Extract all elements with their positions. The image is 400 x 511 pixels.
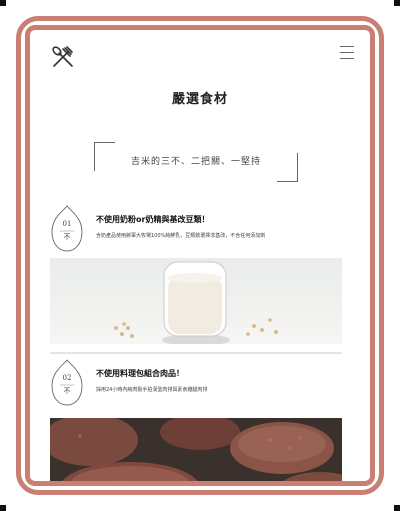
- number-badge: 02 不: [50, 358, 84, 408]
- milk-glass-photo: [50, 258, 342, 344]
- page-screen: 嚴選食材 吉米的三不、二把關、一堅持 01 不 不使用奶粉or奶精與基改豆類！ …: [38, 38, 362, 481]
- burger-patties-photo: [50, 418, 342, 481]
- item-title: 不使用奶粉or奶精與基改豆類！: [96, 215, 210, 224]
- number-badge: 01 不: [50, 204, 84, 254]
- page-title: 嚴選食材: [171, 92, 228, 107]
- corner-mark: [394, 0, 400, 6]
- item-title: 不使用料理包組合肉品！: [96, 369, 184, 378]
- item-description: 採用24小時內純肉製手拍漢堡肉排與素食雞腿肉排: [96, 387, 208, 393]
- fork-knife-icon[interactable]: [50, 44, 76, 70]
- badge-label: 不: [63, 387, 71, 395]
- corner-mark: [0, 505, 6, 511]
- corner-mark: [394, 505, 400, 511]
- item-description: 含奶產品使用將軍大牧場100%純鮮乳，豆類飲選擇非基改，不含任何添加劑: [96, 233, 266, 239]
- hamburger-menu-icon[interactable]: [340, 46, 354, 60]
- section-divider: [50, 352, 342, 354]
- corner-mark: [0, 0, 6, 6]
- badge-number: 01: [62, 220, 72, 228]
- item-header: 02 不 不使用料理包組合肉品！ 採用24小時內純肉製手拍漢堡肉排與素食雞腿肉排: [50, 358, 340, 410]
- device-frame-inner: 嚴選食材 吉米的三不、二把關、一堅持 01 不 不使用奶粉or奶精與基改豆類！ …: [25, 25, 375, 486]
- page-subtitle: 吉米的三不、二把關、一堅持: [130, 157, 261, 167]
- badge-label: 不: [63, 233, 71, 241]
- subtitle-box: 吉米的三不、二把關、一堅持: [94, 142, 298, 182]
- item-header: 01 不 不使用奶粉or奶精與基改豆類！ 含奶產品使用將軍大牧場100%純鮮乳，…: [50, 204, 340, 256]
- badge-number: 02: [62, 374, 72, 382]
